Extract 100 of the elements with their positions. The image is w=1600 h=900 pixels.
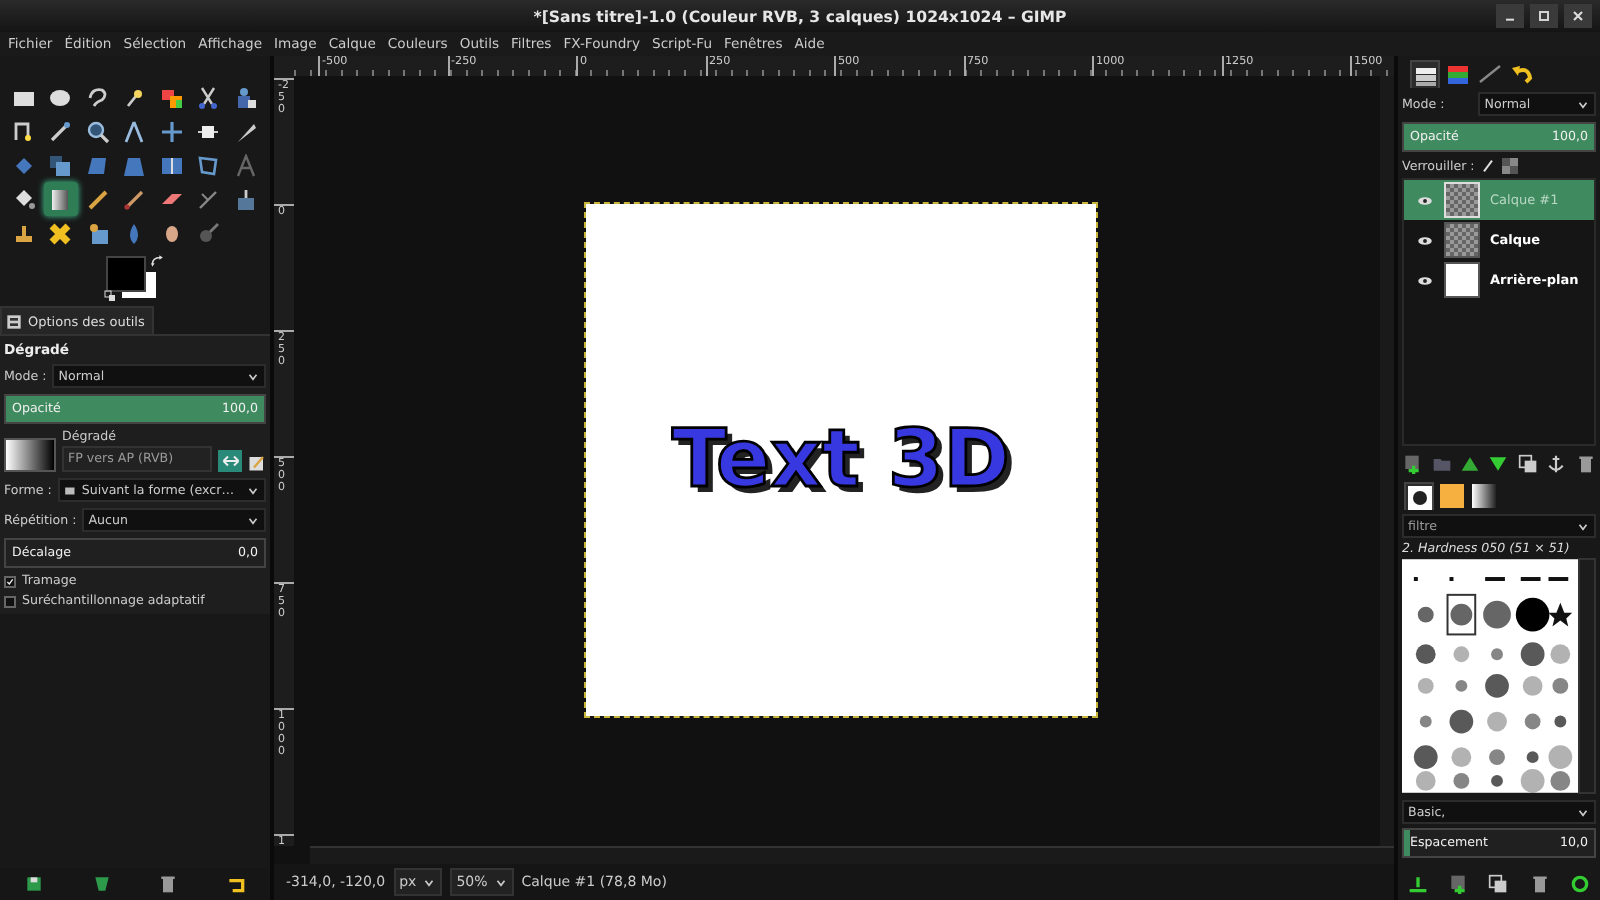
duplicate-icon [1488,874,1509,894]
ink-icon [233,187,257,211]
dock-tab[interactable] [1468,482,1498,510]
close-button[interactable] [1564,4,1592,28]
pattern-icon [1439,484,1463,508]
lock-alpha-icon [1502,158,1519,174]
cage-icon [196,153,220,177]
refresh-icon [1569,874,1590,894]
horizontal-scrollbar[interactable] [310,846,1394,864]
reset-button[interactable] [226,874,247,894]
maximize-icon [1536,8,1552,24]
canvas-text: Text 3D [672,414,1010,506]
rotate-icon [11,153,35,177]
wand-icon [122,85,146,109]
layers-icon [1413,63,1437,87]
gradient-preview[interactable] [4,438,56,472]
magnifier-icon [85,119,109,143]
caret-icon [1576,519,1590,533]
channels-icon [1445,62,1469,86]
caret-icon [1576,97,1590,111]
color-swatches-drawing[interactable] [106,256,158,300]
edit-brush-icon [1408,874,1429,894]
stamp-icon [11,221,35,245]
options-icon [6,313,22,329]
trash-icon [1575,454,1596,474]
caret-icon [1576,805,1590,819]
layer-thumbnail [1444,182,1480,218]
shape-icon [63,483,78,497]
lock-brush-icon [1480,158,1497,174]
layer-thumbnail [1444,222,1480,258]
undo-icon [1509,62,1533,86]
dock-tab[interactable] [1506,60,1536,88]
scissors-icon [196,85,220,109]
brush-dot-icon [1407,485,1431,509]
save-button[interactable] [23,874,44,894]
maximize-button[interactable] [1530,4,1558,28]
close-icon [1570,8,1586,24]
save-icon [23,874,44,894]
dock-tab[interactable] [1410,60,1440,88]
reset-colors-icon [104,290,116,302]
airbrush-icon [196,187,220,211]
eye-icon [1416,231,1434,249]
compass-icon [122,119,146,143]
shear-icon [85,153,109,177]
anchor-icon [1546,454,1567,474]
minimize-button[interactable] [1496,4,1524,28]
knife-icon [233,119,257,143]
gradient-swatch-icon [1471,484,1495,508]
perspective-icon [122,153,146,177]
eye-icon [1416,271,1434,289]
ellipse-icon [48,85,72,109]
lasso-icon [85,85,109,109]
eyedropper-icon [48,119,72,143]
edit-icon [248,454,266,472]
dock-tab[interactable] [1436,482,1466,510]
new-layer-icon [1402,454,1423,474]
restore-icon [91,874,112,894]
reverse-button[interactable] [218,450,242,472]
image-canvas[interactable]: Text 3D [586,204,1096,716]
vertical-scrollbar[interactable] [1380,76,1394,846]
clone-icon [85,221,109,245]
duplicate-icon [1517,454,1538,474]
figure-icon [233,85,257,109]
swap-arrow-icon [150,254,164,268]
text-tool-icon [233,153,257,177]
paths-icon [1477,62,1501,86]
caret-icon [493,875,508,889]
trash-icon [1529,874,1550,894]
caret-icon [422,875,437,889]
restore-button[interactable] [91,874,112,894]
move-icon [159,119,183,143]
checkbox[interactable] [4,595,16,607]
caret-icon [246,369,260,383]
trash-icon [158,874,179,894]
flip-icon [159,153,183,177]
checkbox[interactable] [4,575,16,587]
dock-tab[interactable] [1404,482,1434,510]
dodge-icon [196,221,220,245]
caret-icon [246,513,260,527]
pencil-icon [85,187,109,211]
brush-grid-drawing[interactable] [1402,558,1579,794]
layer-group-icon [1431,454,1452,474]
caret-icon [246,483,260,497]
bucket-icon [11,187,35,211]
lower-icon [1488,454,1509,474]
new-brush-icon [1448,874,1469,894]
gradient-icon [48,187,72,211]
bandage-icon [48,221,72,245]
paintbrush-icon [122,187,146,211]
scale-icon [48,153,72,177]
vertical-scrollbar[interactable] [1578,558,1596,794]
delete-button[interactable] [158,874,179,894]
dock-tab[interactable] [1442,60,1472,88]
check-icon [6,575,14,587]
raise-icon [1460,454,1481,474]
double-arrow-icon [221,452,239,470]
reset-icon [226,874,247,894]
color-squares-icon [159,85,183,109]
path-icon [11,119,35,143]
eye-icon [1416,191,1434,209]
